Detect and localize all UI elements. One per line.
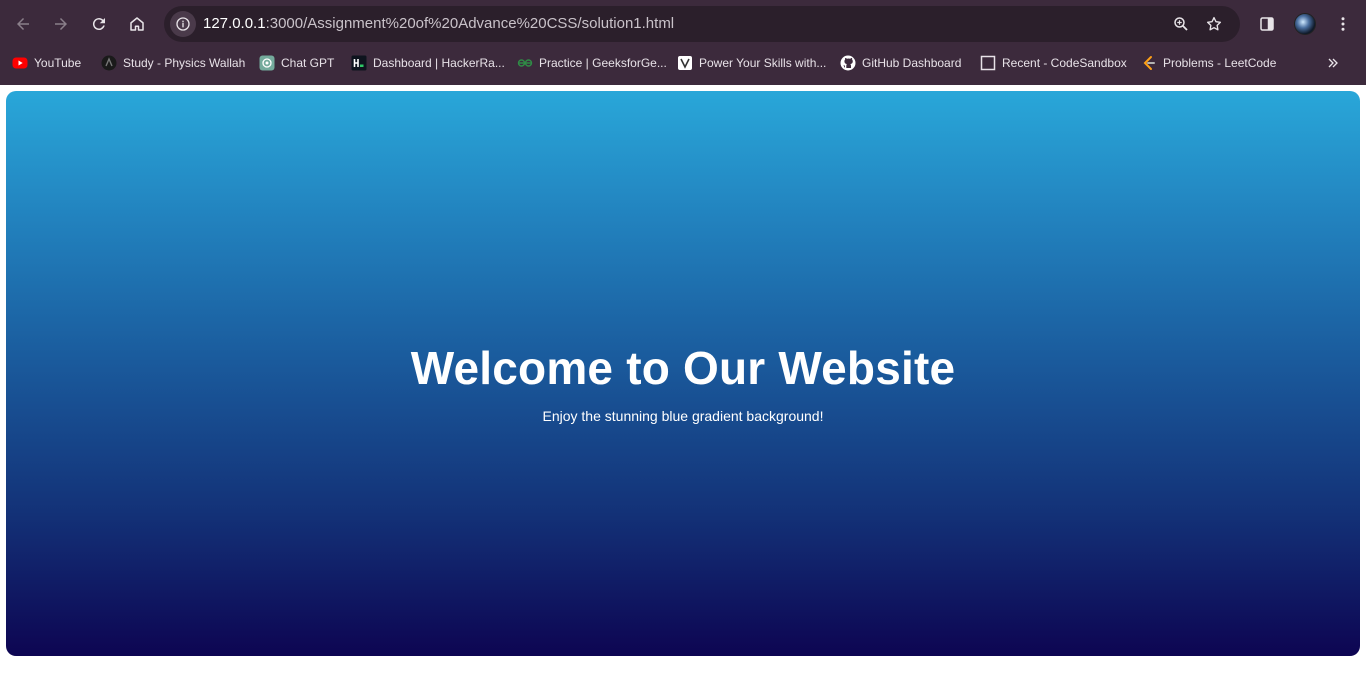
zoom-icon <box>1174 17 1188 31</box>
bookmark-label: Study - Physics Wallah <box>123 56 246 70</box>
bookmarks-bar: YouTube Study - Physics Wallah Chat GPT … <box>0 48 1366 78</box>
bookmark-hackerrank[interactable]: Dashboard | HackerRa... <box>351 52 505 74</box>
bookmark-label: Recent - CodeSandbox <box>1002 56 1127 70</box>
bookmark-github[interactable]: GitHub Dashboard <box>840 52 961 74</box>
zoom-button[interactable] <box>1169 12 1193 36</box>
browser-toolbar: 127.0.0.1:3000/Assignment%20of%20Advance… <box>0 0 1366 48</box>
page-viewport: Welcome to Our Website Enjoy the stunnin… <box>6 91 1360 656</box>
github-icon <box>840 55 856 71</box>
browser-frame: 127.0.0.1:3000/Assignment%20of%20Advance… <box>0 0 1366 85</box>
page-subtitle: Enjoy the stunning blue gradient backgro… <box>542 408 824 424</box>
physics-wallah-icon <box>101 55 117 71</box>
bookmark-codesandbox[interactable]: Recent - CodeSandbox <box>980 52 1127 74</box>
bookmark-youtube[interactable]: YouTube <box>12 52 81 74</box>
bookmark-power-your-skills[interactable]: Power Your Skills with... <box>677 52 826 74</box>
back-button[interactable] <box>7 8 39 40</box>
url-text[interactable]: 127.0.0.1:3000/Assignment%20of%20Advance… <box>203 6 674 42</box>
bookmark-star-icon <box>1206 16 1222 31</box>
bookmark-star-button[interactable] <box>1202 12 1226 36</box>
bookmark-label: Practice | GeeksforGe... <box>539 56 667 70</box>
bookmark-physics-wallah[interactable]: Study - Physics Wallah <box>101 52 245 74</box>
home-icon <box>130 17 144 31</box>
bookmarks-overflow-button[interactable] <box>1322 52 1344 74</box>
page-icon <box>677 55 693 71</box>
page-title: Welcome to Our Website <box>410 342 956 394</box>
address-bar[interactable]: 127.0.0.1:3000/Assignment%20of%20Advance… <box>164 6 1240 42</box>
side-panel-button[interactable] <box>1253 10 1281 38</box>
codesandbox-icon <box>980 55 996 71</box>
bookmark-label: YouTube <box>34 56 82 70</box>
site-info-button[interactable] <box>170 11 196 37</box>
hackerrank-icon <box>351 55 367 71</box>
bookmark-chatgpt[interactable]: Chat GPT <box>259 52 334 74</box>
reload-button[interactable] <box>83 8 115 40</box>
bookmark-label: Problems - LeetCode <box>1163 56 1277 70</box>
url-host: 127.0.0.1 <box>203 15 266 32</box>
bookmark-geeksforgeeks[interactable]: Practice | GeeksforGe... <box>517 52 667 74</box>
forward-button[interactable] <box>45 8 77 40</box>
bookmark-label: GitHub Dashboard <box>862 56 962 70</box>
profile-avatar[interactable] <box>1294 13 1316 35</box>
chevron-double-right-icon <box>1328 58 1338 68</box>
site-info-icon <box>176 17 190 31</box>
bookmark-label: Dashboard | HackerRa... <box>373 56 505 70</box>
side-panel-icon <box>1260 17 1274 31</box>
youtube-icon <box>12 55 28 71</box>
leetcode-icon <box>1141 55 1157 71</box>
bookmark-leetcode[interactable]: Problems - LeetCode <box>1141 52 1276 74</box>
chatgpt-icon <box>259 55 275 71</box>
bookmark-label: Chat GPT <box>281 56 335 70</box>
home-button[interactable] <box>121 8 153 40</box>
hero-section: Welcome to Our Website Enjoy the stunnin… <box>6 91 1360 656</box>
bookmark-label: Power Your Skills with... <box>699 56 827 70</box>
menu-button[interactable] <box>1329 10 1357 38</box>
back-icon <box>17 18 29 30</box>
reload-icon <box>92 18 105 31</box>
forward-icon <box>55 18 67 30</box>
menu-icon <box>1341 17 1345 31</box>
url-path: :3000/Assignment%20of%20Advance%20CSS/so… <box>265 15 675 32</box>
geeksforgeeks-icon <box>517 55 533 71</box>
